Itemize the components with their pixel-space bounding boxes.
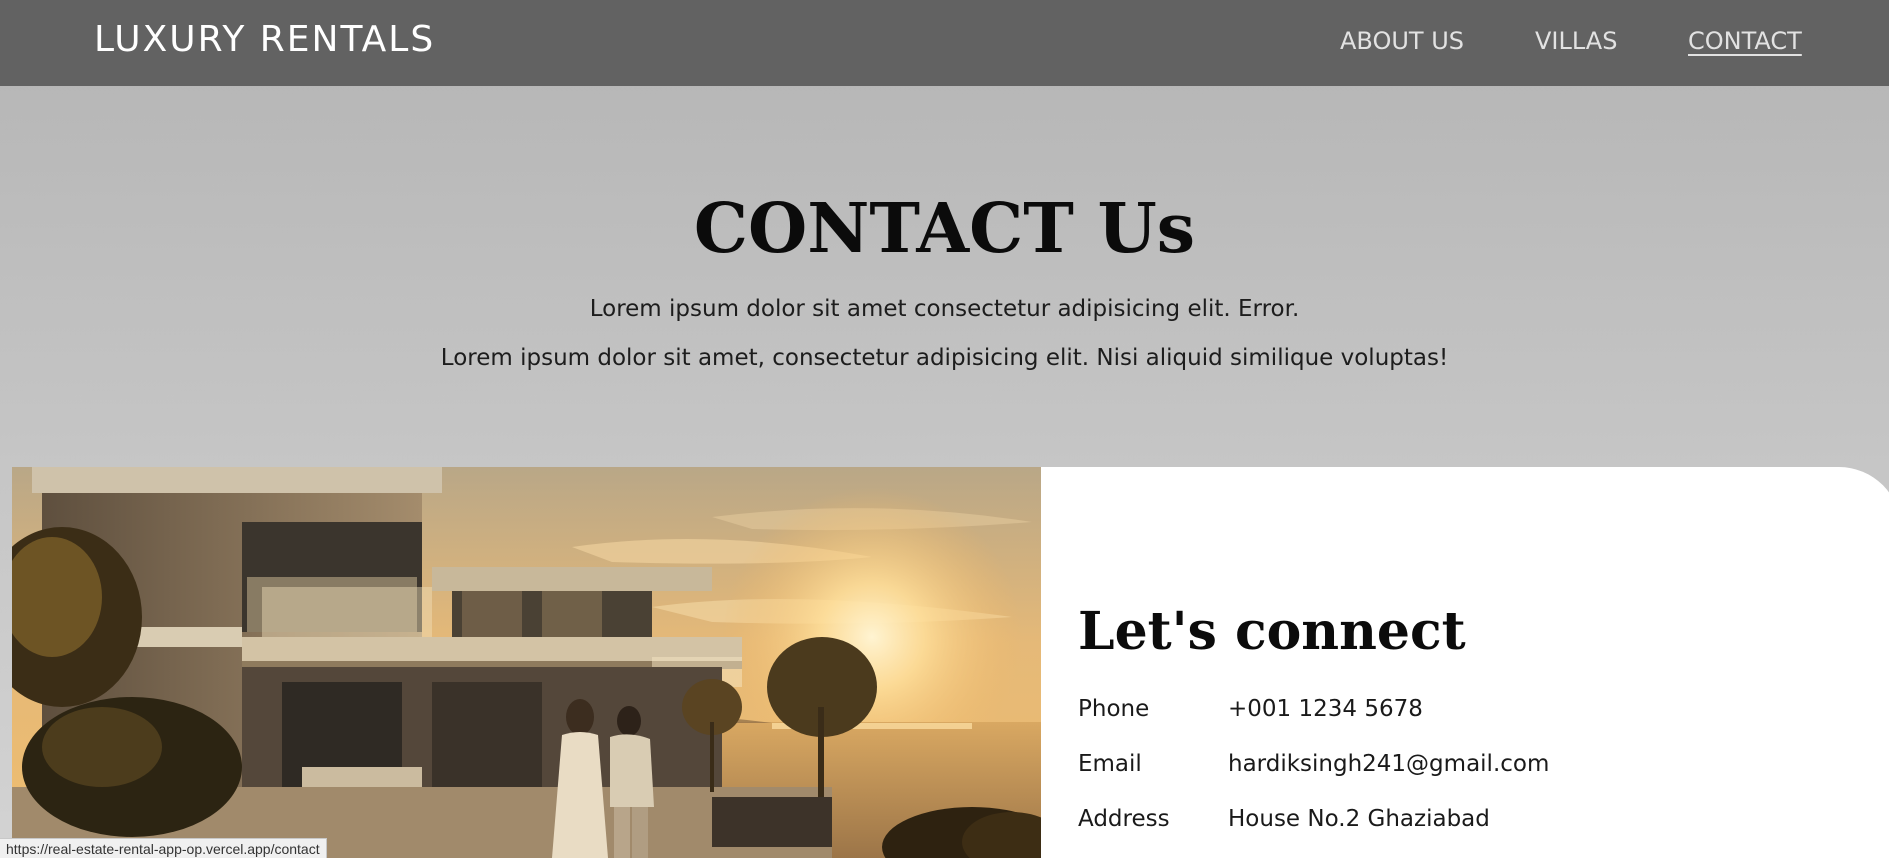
- nav-about-us[interactable]: ABOUT US: [1340, 26, 1464, 56]
- nav-villas[interactable]: VILLAS: [1535, 26, 1617, 56]
- phone-label: Phone: [1078, 696, 1150, 722]
- page-title: CONTACT Us: [693, 189, 1196, 269]
- villa-sunset-image: [12, 467, 1041, 858]
- phone-value: +001 1234 5678: [1228, 696, 1423, 722]
- email-label: Email: [1078, 751, 1142, 777]
- connect-heading: Let's connect: [1078, 601, 1466, 662]
- contact-card: Let's connect Phone +001 1234 5678 Email…: [1041, 467, 1889, 858]
- hero-text-line-1: Lorem ipsum dolor sit amet consectetur a…: [589, 296, 1300, 322]
- brand-logo-link[interactable]: LUXURY RENTALS: [94, 18, 435, 62]
- hero-text-line-2: Lorem ipsum dolor sit amet, consectetur …: [440, 345, 1449, 371]
- link-preview-status: https://real-estate-rental-app-op.vercel…: [0, 838, 327, 858]
- nav-contact[interactable]: CONTACT: [1688, 26, 1802, 56]
- address-label: Address: [1078, 806, 1170, 832]
- address-value: House No.2 Ghaziabad: [1228, 806, 1490, 832]
- top-navbar: LUXURY RENTALS ABOUT US VILLAS CONTACT: [0, 0, 1889, 86]
- email-value: hardiksingh241@gmail.com: [1228, 751, 1550, 777]
